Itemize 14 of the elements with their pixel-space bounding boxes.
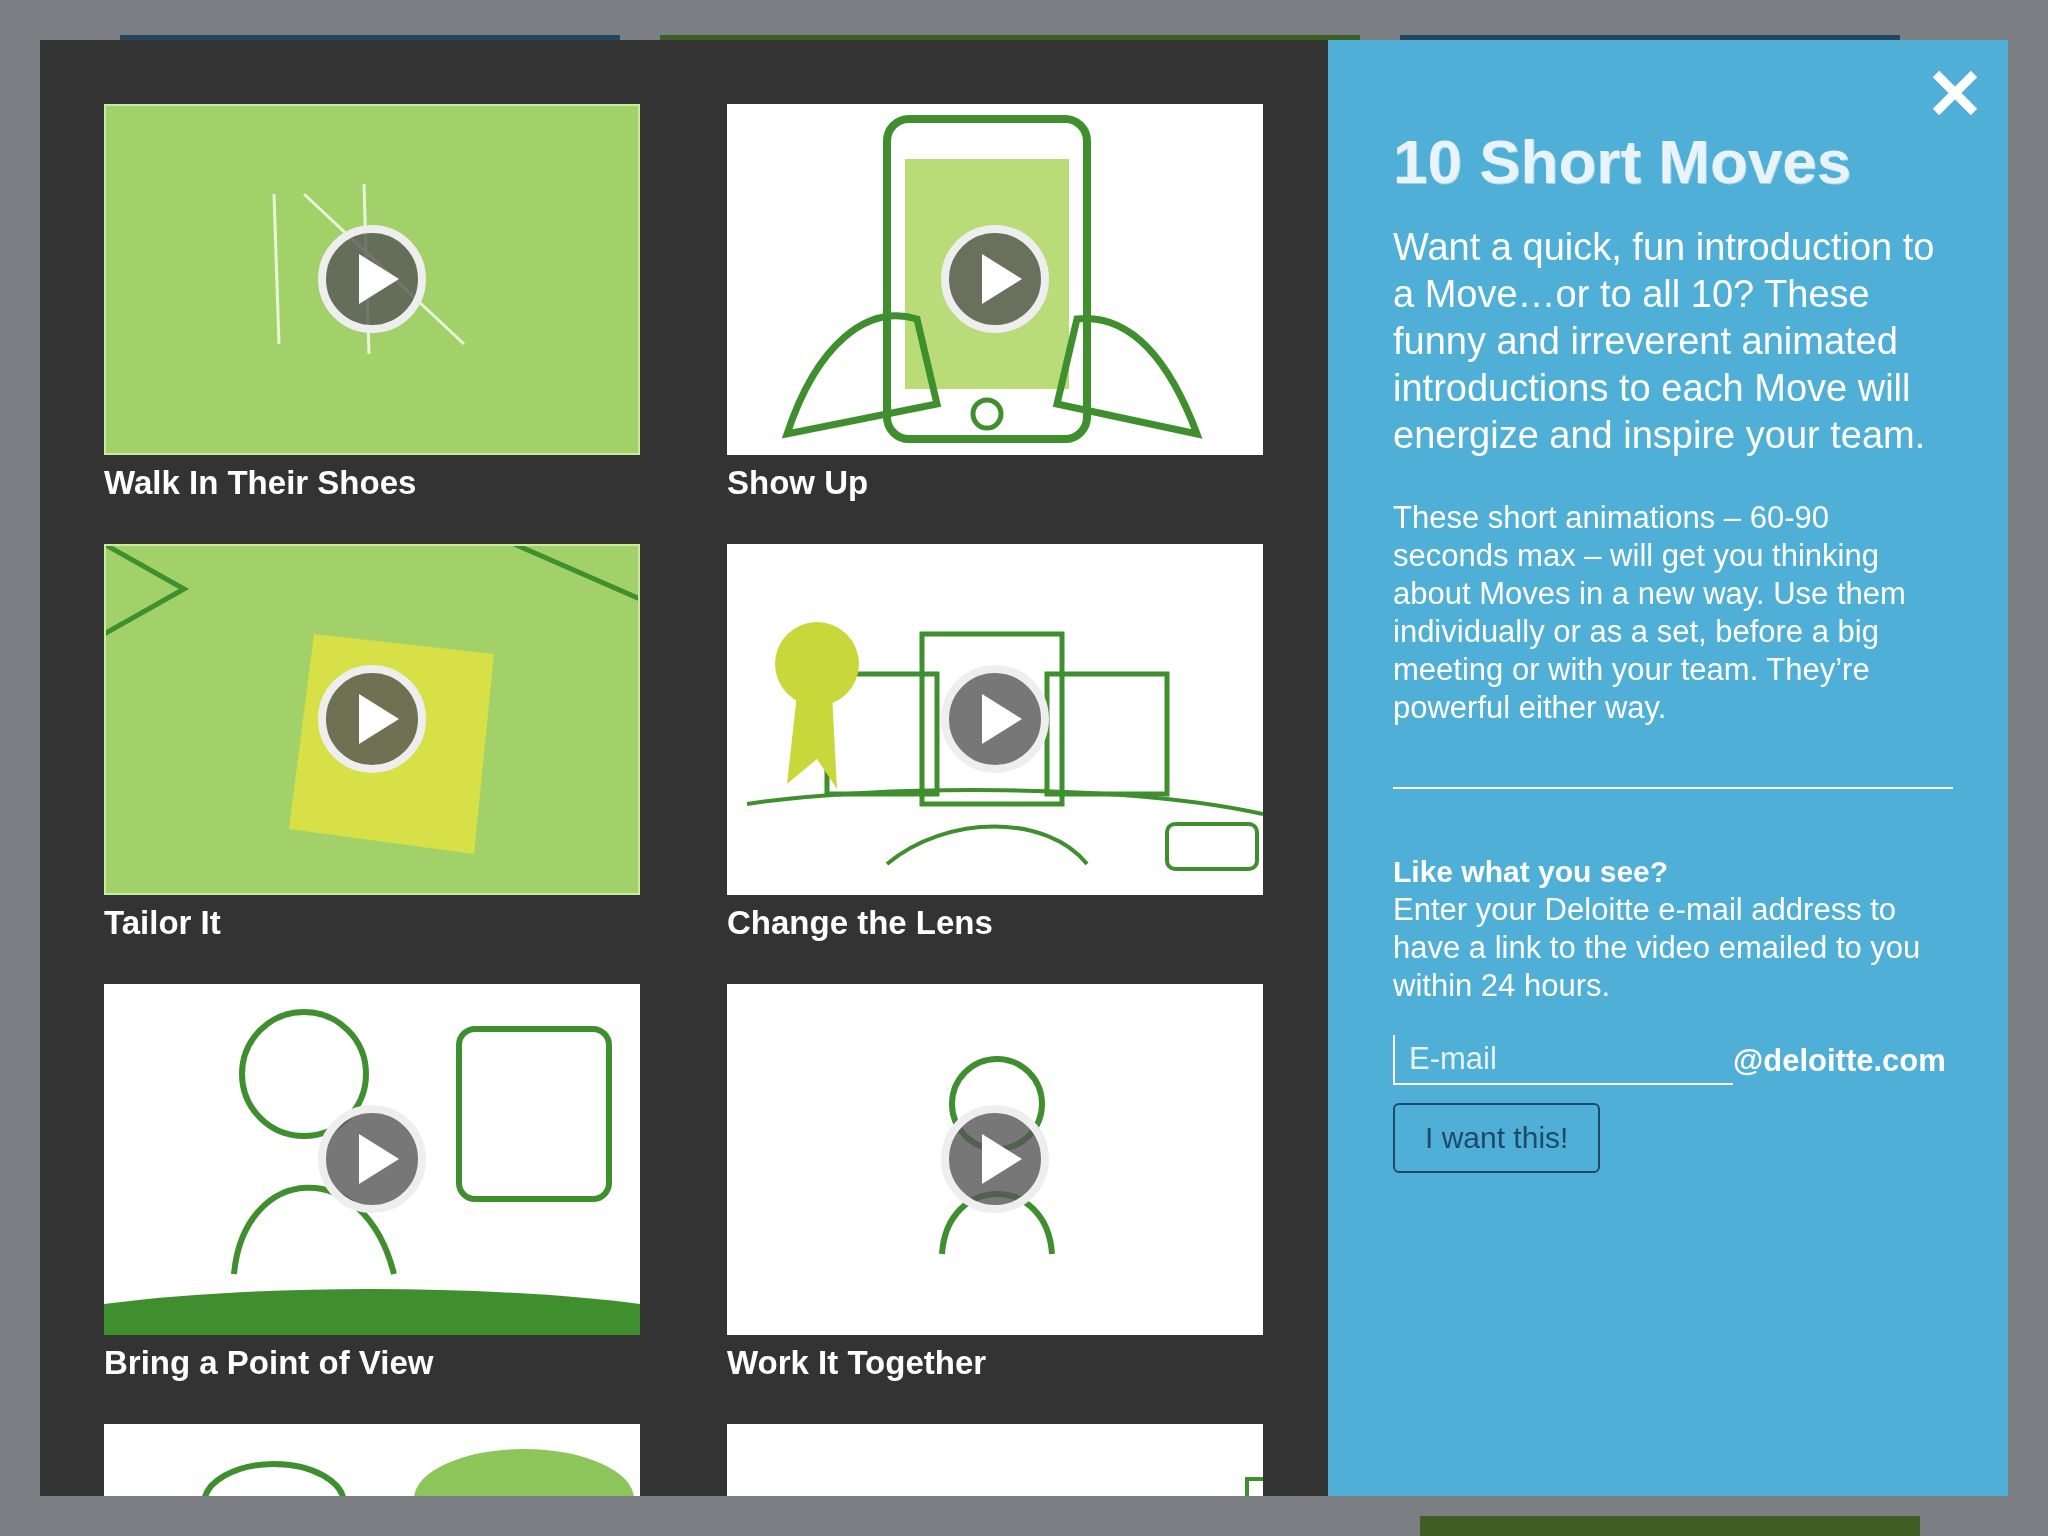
signup-text: Enter your Deloitte e-mail address to have a link to the video emailed to you within 24 hours. [1393, 891, 1922, 1005]
video-title: Change the Lens [727, 903, 994, 943]
email-domain: @deloitte.com [1733, 1043, 1946, 1080]
intro-text: Want a quick, fun introduction to a Move…or to all 10? These funny and irreverent animated introductions to each Move will energize and inspire your team. [1393, 225, 1936, 458]
submit-button[interactable]: I want this! [1393, 1103, 1601, 1173]
email-field[interactable]: E-mail [1393, 1035, 1733, 1085]
video-title: Bring a Point of View [104, 1343, 435, 1383]
description-text: These short animations – 60-90 seconds max – will get you thinking about Moves in a new way. Use them individually or as a set, before a big meeting or with your team. They’re powerful either way. [1393, 499, 1907, 727]
video-title: Tailor It [104, 903, 222, 943]
video-title: Walk In Their Shoes [104, 463, 418, 503]
panel-title: 10 Short Moves [1393, 126, 1853, 198]
video-title: Work It Together [727, 1343, 988, 1383]
video-title: Show Up [727, 463, 870, 503]
signup-heading: Like what you see? [1393, 854, 1670, 890]
